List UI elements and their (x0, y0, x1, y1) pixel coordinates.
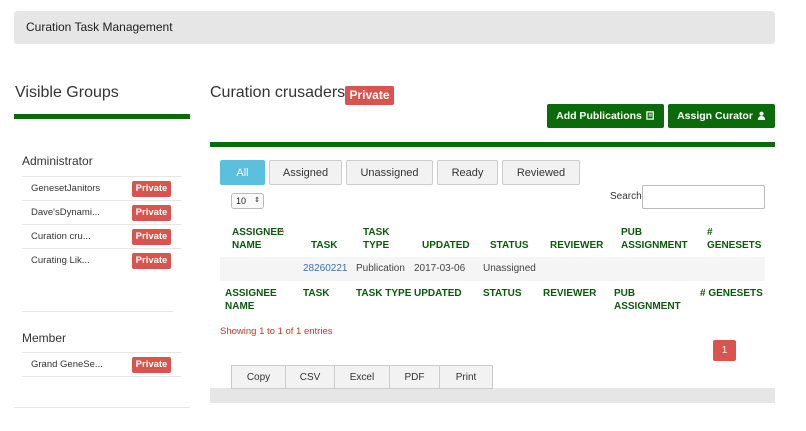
footer-header-genesets: # GENESETS (700, 288, 763, 299)
private-badge: Private (132, 357, 171, 373)
user-icon (757, 111, 766, 122)
page-length-value: 10 (236, 196, 247, 206)
section-divider (22, 311, 173, 312)
add-publications-button[interactable]: Add Publications (547, 104, 664, 128)
column-header-reviewer[interactable]: REVIEWER (550, 239, 603, 252)
assign-curator-label: Assign Curator (677, 110, 753, 122)
group-title: Curation crusaders (210, 84, 346, 101)
chevron-updown-icon: ⇕ (254, 197, 260, 204)
private-badge: Private (132, 205, 171, 221)
page-length-select[interactable]: 10 ⇕ (231, 193, 264, 209)
copy-button[interactable]: Copy (231, 365, 286, 389)
administrator-group-list: GenesetJanitors Private Dave'sDynami... … (22, 176, 181, 273)
column-header-task-type[interactable]: TASK TYPE (363, 226, 393, 252)
cell-task-type: Publication (356, 263, 405, 274)
group-name: Grand GeneSe... (31, 359, 103, 370)
group-item[interactable]: Curation cru... Private (22, 225, 181, 249)
footer-header-task: TASK (303, 288, 330, 299)
group-item[interactable]: Grand GeneSe... Private (22, 353, 181, 377)
entries-info: Showing 1 to 1 of 1 entries (220, 326, 333, 337)
column-header-status[interactable]: STATUS (490, 239, 529, 252)
group-name: Curating Lik... (31, 255, 90, 266)
filter-assigned[interactable]: Assigned (269, 160, 342, 185)
cell-updated: 2017-03-06 (414, 263, 466, 274)
filter-unassigned[interactable]: Unassigned (346, 160, 433, 185)
excel-button[interactable]: Excel (334, 365, 390, 389)
pagination-page-1[interactable]: 1 (713, 340, 736, 361)
search-input[interactable] (642, 185, 765, 209)
column-header-task[interactable]: TASK (311, 239, 337, 252)
group-private-badge: Private (345, 86, 394, 105)
assignee-header-label: ASSIGNEE NAME (232, 227, 284, 251)
assign-curator-button[interactable]: Assign Curator (668, 104, 775, 128)
top-bar: Curation Task Management (14, 11, 775, 44)
administrator-heading: Administrator (22, 154, 93, 168)
footer-header-status: STATUS (483, 288, 522, 299)
filter-ready[interactable]: Ready (437, 160, 498, 185)
group-name: Dave'sDynami... (31, 207, 100, 218)
export-bar (210, 388, 775, 403)
book-icon (646, 110, 655, 122)
groups-panel: Administrator GenesetJanitors Private Da… (14, 120, 190, 408)
footer-header-reviewer: REVIEWER (543, 288, 597, 299)
filter-all[interactable]: All (220, 160, 265, 185)
column-header-genesets[interactable]: # GENESETS (707, 226, 761, 252)
group-item[interactable]: GenesetJanitors Private (22, 177, 181, 201)
footer-header-updated: UPDATED (414, 288, 462, 299)
group-name: GenesetJanitors (31, 183, 101, 194)
pdf-button[interactable]: PDF (389, 365, 440, 389)
add-publications-label: Add Publications (556, 110, 642, 122)
private-badge: Private (132, 181, 171, 197)
page-title: Curation Task Management (26, 20, 173, 34)
group-item[interactable]: Dave'sDynami... Private (22, 201, 181, 225)
column-header-updated[interactable]: UPDATED (422, 239, 470, 252)
column-header-assignee[interactable]: ASSIGNEE NAME ^ (232, 226, 285, 252)
private-badge: Private (132, 229, 171, 245)
member-heading: Member (22, 331, 67, 345)
search-label: Search: (610, 191, 645, 202)
print-button[interactable]: Print (439, 365, 493, 389)
divider (14, 114, 190, 119)
column-header-pub-assignment[interactable]: PUB ASSIGNMENT (621, 226, 691, 252)
group-name: Curation cru... (31, 231, 91, 242)
filter-reviewed[interactable]: Reviewed (502, 160, 580, 185)
visible-groups-title: Visible Groups (15, 84, 119, 101)
footer-header-pub-assignment: PUB ASSIGNMENT (614, 288, 681, 312)
cell-status: Unassigned (483, 263, 536, 274)
member-group-list: Grand GeneSe... Private (22, 352, 181, 377)
footer-header-task-type: TASK TYPE (356, 288, 412, 299)
footer-header-assignee: ASSIGNEE NAME (225, 288, 277, 312)
private-badge: Private (132, 253, 171, 269)
cell-task-link[interactable]: 28260221 (303, 263, 348, 274)
group-item[interactable]: Curating Lik... Private (22, 249, 181, 273)
csv-button[interactable]: CSV (285, 365, 335, 389)
sort-asc-icon: ^ (279, 227, 285, 237)
